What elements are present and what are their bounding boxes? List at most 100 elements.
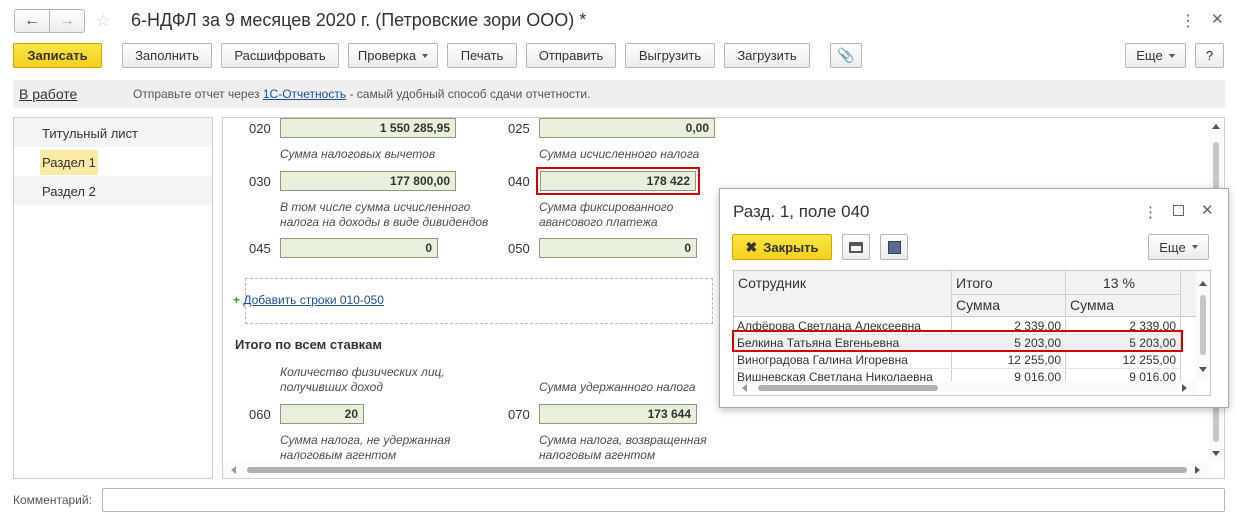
add-rows-link[interactable]: + Добавить строки 010-050 bbox=[233, 293, 384, 307]
field-070-code: 070 bbox=[508, 407, 530, 422]
sidebar-item-section-1-label: Раздел 1 bbox=[40, 150, 98, 175]
status-message: Отправьте отчет через 1С-Отчетность - са… bbox=[133, 87, 590, 101]
field-040-input[interactable]: 178 422 bbox=[540, 171, 696, 191]
table-hscroll-thumb[interactable] bbox=[758, 385, 938, 391]
forward-button[interactable]: → bbox=[49, 9, 85, 33]
hint-fixed-advance: Сумма фиксированного авансового платежа bbox=[539, 200, 673, 230]
popup-print-button[interactable] bbox=[842, 234, 870, 260]
comment-input[interactable] bbox=[102, 488, 1225, 512]
chevron-down-icon bbox=[1168, 53, 1175, 58]
import-button[interactable]: Загрузить bbox=[724, 43, 810, 68]
row-employee-name: Виноградова Галина Игоревна bbox=[737, 353, 908, 367]
save-button[interactable]: Записать bbox=[13, 43, 102, 68]
scroll-left-icon[interactable] bbox=[231, 466, 236, 474]
total-heading: Итого по всем ставкам bbox=[235, 337, 383, 352]
popup-title: Разд. 1, поле 040 bbox=[733, 202, 870, 221]
window-close-icon[interactable]: ✕ bbox=[1211, 10, 1224, 28]
table-vscroll-thumb[interactable] bbox=[1200, 295, 1206, 355]
print-button[interactable]: Печать bbox=[447, 43, 517, 68]
arrow-left-icon: ← bbox=[24, 12, 40, 29]
hint-persons-count-line-2: получивших доход bbox=[280, 380, 383, 394]
hint-tax-deductions: Сумма налоговых вычетов bbox=[280, 147, 436, 161]
hint-dividends: В том числе сумма исчисленного налога на… bbox=[280, 200, 488, 230]
field-050-code: 050 bbox=[508, 241, 530, 256]
table-vscroll[interactable] bbox=[1196, 271, 1210, 381]
popup-window: Разд. 1, поле 040 ⋮ ✕ ✖ Закрыть Еще Сотр… bbox=[719, 188, 1229, 408]
status-state-link[interactable]: В работе bbox=[19, 86, 77, 102]
plus-icon: + bbox=[233, 293, 241, 307]
export-button[interactable]: Выгрузить bbox=[625, 43, 715, 68]
scroll-right-icon[interactable] bbox=[1195, 466, 1200, 474]
sidebar-item-section-1[interactable]: Раздел 1 bbox=[14, 147, 212, 176]
form-hscroll[interactable] bbox=[223, 462, 1209, 478]
field-030-code: 030 bbox=[249, 174, 271, 189]
scroll-up-icon[interactable] bbox=[1199, 281, 1207, 286]
header-sum-total[interactable]: Сумма bbox=[956, 297, 1000, 313]
attach-button[interactable]: 📎 bbox=[830, 43, 862, 68]
scroll-up-icon[interactable] bbox=[1212, 124, 1220, 129]
hscroll-thumb[interactable] bbox=[247, 467, 1187, 473]
hint-returned-line-1: Сумма налога, возвращенная bbox=[539, 433, 707, 447]
scroll-right-icon[interactable] bbox=[1182, 384, 1187, 392]
check-button[interactable]: Проверка bbox=[348, 43, 438, 68]
header-employee[interactable]: Сотрудник bbox=[738, 275, 806, 291]
field-020-input[interactable]: 1 550 285,95 bbox=[280, 118, 456, 138]
header-row-divider bbox=[951, 294, 1180, 295]
close-x-icon: ✖ bbox=[745, 238, 758, 255]
popup-close-icon[interactable]: ✕ bbox=[1201, 201, 1214, 219]
hint-dividends-line-2: налога на доходы в виде дивидендов bbox=[280, 215, 489, 229]
field-050-input[interactable]: 0 bbox=[539, 238, 697, 258]
send-button[interactable]: Отправить bbox=[526, 43, 616, 68]
add-rows-label: Добавить строки 010-050 bbox=[243, 293, 384, 307]
scroll-left-icon[interactable] bbox=[742, 384, 747, 392]
popup-maximize-icon[interactable] bbox=[1173, 205, 1184, 216]
field-070-input[interactable]: 173 644 bbox=[539, 404, 697, 424]
hint-persons-count: Количество физических лиц, получивших до… bbox=[280, 365, 445, 395]
decode-button[interactable]: Расшифровать bbox=[221, 43, 339, 68]
status-message-link[interactable]: 1С-Отчетность bbox=[263, 87, 346, 101]
window-title: 6-НДФЛ за 9 месяцев 2020 г. (Петровские … bbox=[131, 10, 587, 30]
floppy-disk-icon bbox=[887, 240, 901, 254]
popup-menu-icon[interactable]: ⋮ bbox=[1143, 203, 1158, 221]
row-rate-sum: 12 255,00 bbox=[1122, 353, 1176, 367]
favorite-star-icon[interactable]: ☆ bbox=[96, 11, 110, 31]
header-divider-3 bbox=[1180, 271, 1181, 381]
table-hscroll[interactable] bbox=[734, 381, 1196, 395]
sidebar-item-title-page[interactable]: Титульный лист bbox=[14, 118, 212, 147]
header-total[interactable]: Итого bbox=[956, 275, 993, 291]
popup-more-button[interactable]: Еще bbox=[1148, 234, 1209, 260]
hint-withheld-tax: Сумма удержанного налога bbox=[539, 380, 696, 394]
window-menu-icon[interactable]: ⋮ bbox=[1180, 11, 1196, 31]
popup-close-label: Закрыть bbox=[763, 239, 819, 255]
title-bar: ← → ☆ 6-НДФЛ за 9 месяцев 2020 г. (Петро… bbox=[0, 0, 1245, 40]
back-button[interactable]: ← bbox=[14, 9, 50, 33]
sidebar-item-section-2[interactable]: Раздел 2 bbox=[14, 176, 212, 205]
field-045-input[interactable]: 0 bbox=[280, 238, 438, 258]
chevron-down-icon bbox=[1191, 245, 1198, 249]
field-045-code: 045 bbox=[249, 241, 271, 256]
scroll-down-icon[interactable] bbox=[1199, 367, 1207, 372]
header-rate[interactable]: 13 % bbox=[1103, 275, 1135, 291]
more-button[interactable]: Еще bbox=[1125, 43, 1186, 68]
hint-fixed-advance-line-1: Сумма фиксированного bbox=[539, 200, 674, 214]
field-030-input[interactable]: 177 800,00 bbox=[280, 171, 456, 191]
field-025-code: 025 bbox=[508, 121, 530, 136]
field-025-input[interactable]: 0,00 bbox=[539, 118, 715, 138]
hint-returned-line-2: налоговым агентом bbox=[539, 448, 656, 462]
help-button[interactable]: ? bbox=[1195, 43, 1224, 68]
scroll-down-icon[interactable] bbox=[1212, 451, 1220, 456]
check-button-label: Проверка bbox=[357, 48, 417, 63]
hint-fixed-advance-line-2: авансового платежа bbox=[539, 215, 658, 229]
header-sum-rate[interactable]: Сумма bbox=[1070, 297, 1114, 313]
field-060-code: 060 bbox=[249, 407, 271, 422]
hint-dividends-line-1: В том числе сумма исчисленного bbox=[280, 200, 471, 214]
fill-button[interactable]: Заполнить bbox=[122, 43, 212, 68]
popup-save-button[interactable] bbox=[880, 234, 908, 260]
popup-close-button[interactable]: ✖ Закрыть bbox=[732, 234, 832, 260]
table-row[interactable]: Виноградова Галина Игоревна 12 255,00 12… bbox=[734, 352, 1180, 369]
field-060-input[interactable]: 20 bbox=[280, 404, 364, 424]
field-020-code: 020 bbox=[249, 121, 271, 136]
status-message-before: Отправьте отчет через bbox=[133, 87, 260, 101]
hint-not-withheld: Сумма налога, не удержанная налоговым аг… bbox=[280, 433, 450, 463]
field-040-code: 040 bbox=[508, 174, 530, 189]
